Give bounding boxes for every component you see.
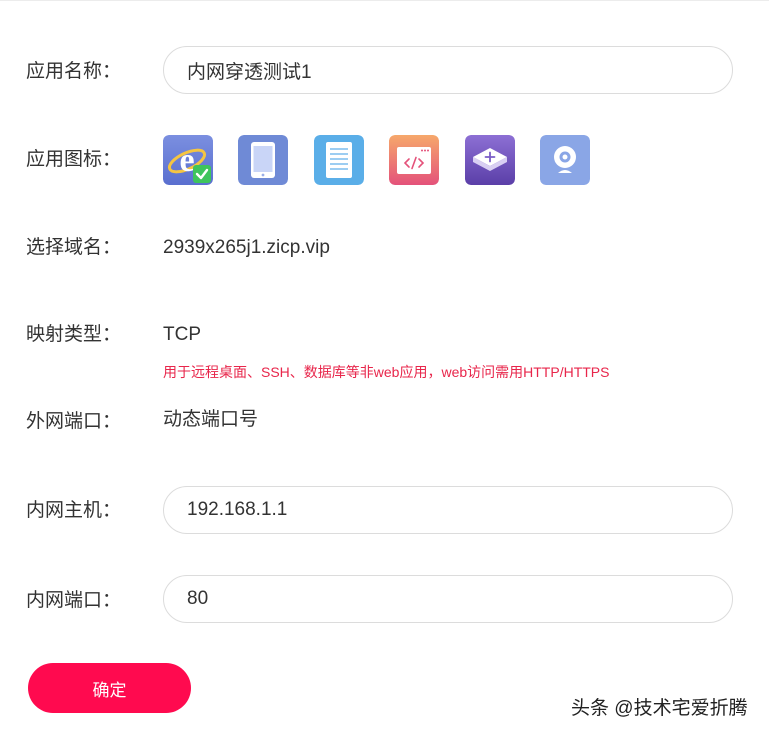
app-icon-label: 应用图标： [26, 149, 122, 170]
tablet-icon[interactable] [238, 135, 288, 185]
app-name-label: 应用名称： [26, 61, 122, 82]
domain-value: 2939x265j1.zicp.vip [163, 237, 330, 258]
external-port-label: 外网端口： [26, 411, 122, 432]
webcam-icon[interactable] [540, 135, 590, 185]
code-window-icon[interactable] [389, 135, 439, 185]
internal-host-label: 内网主机： [26, 500, 122, 521]
top-divider [0, 0, 769, 1]
internal-port-label: 内网端口： [26, 590, 122, 611]
ie-browser-icon[interactable]: e [163, 135, 213, 185]
mapping-type-hint: 用于远程桌面、SSH、数据库等非web应用，web访问需用HTTP/HTTPS [163, 364, 610, 380]
external-port-value: 动态端口号 [163, 409, 259, 430]
mapping-type-label: 映射类型： [26, 324, 122, 345]
watermark: 头条 @技术宅爱折腾 [571, 698, 748, 719]
confirm-button[interactable]: 确定 [28, 663, 191, 713]
mapping-type-value: TCP [163, 324, 201, 345]
network-switch-icon[interactable] [465, 135, 515, 185]
internal-host-input[interactable] [163, 486, 733, 534]
document-list-icon[interactable] [314, 135, 364, 185]
svg-text:e: e [179, 142, 194, 179]
app-icon-picker: e [163, 135, 603, 185]
app-name-input[interactable] [163, 46, 733, 94]
internal-port-input[interactable] [163, 575, 733, 623]
domain-label: 选择域名： [26, 237, 122, 258]
